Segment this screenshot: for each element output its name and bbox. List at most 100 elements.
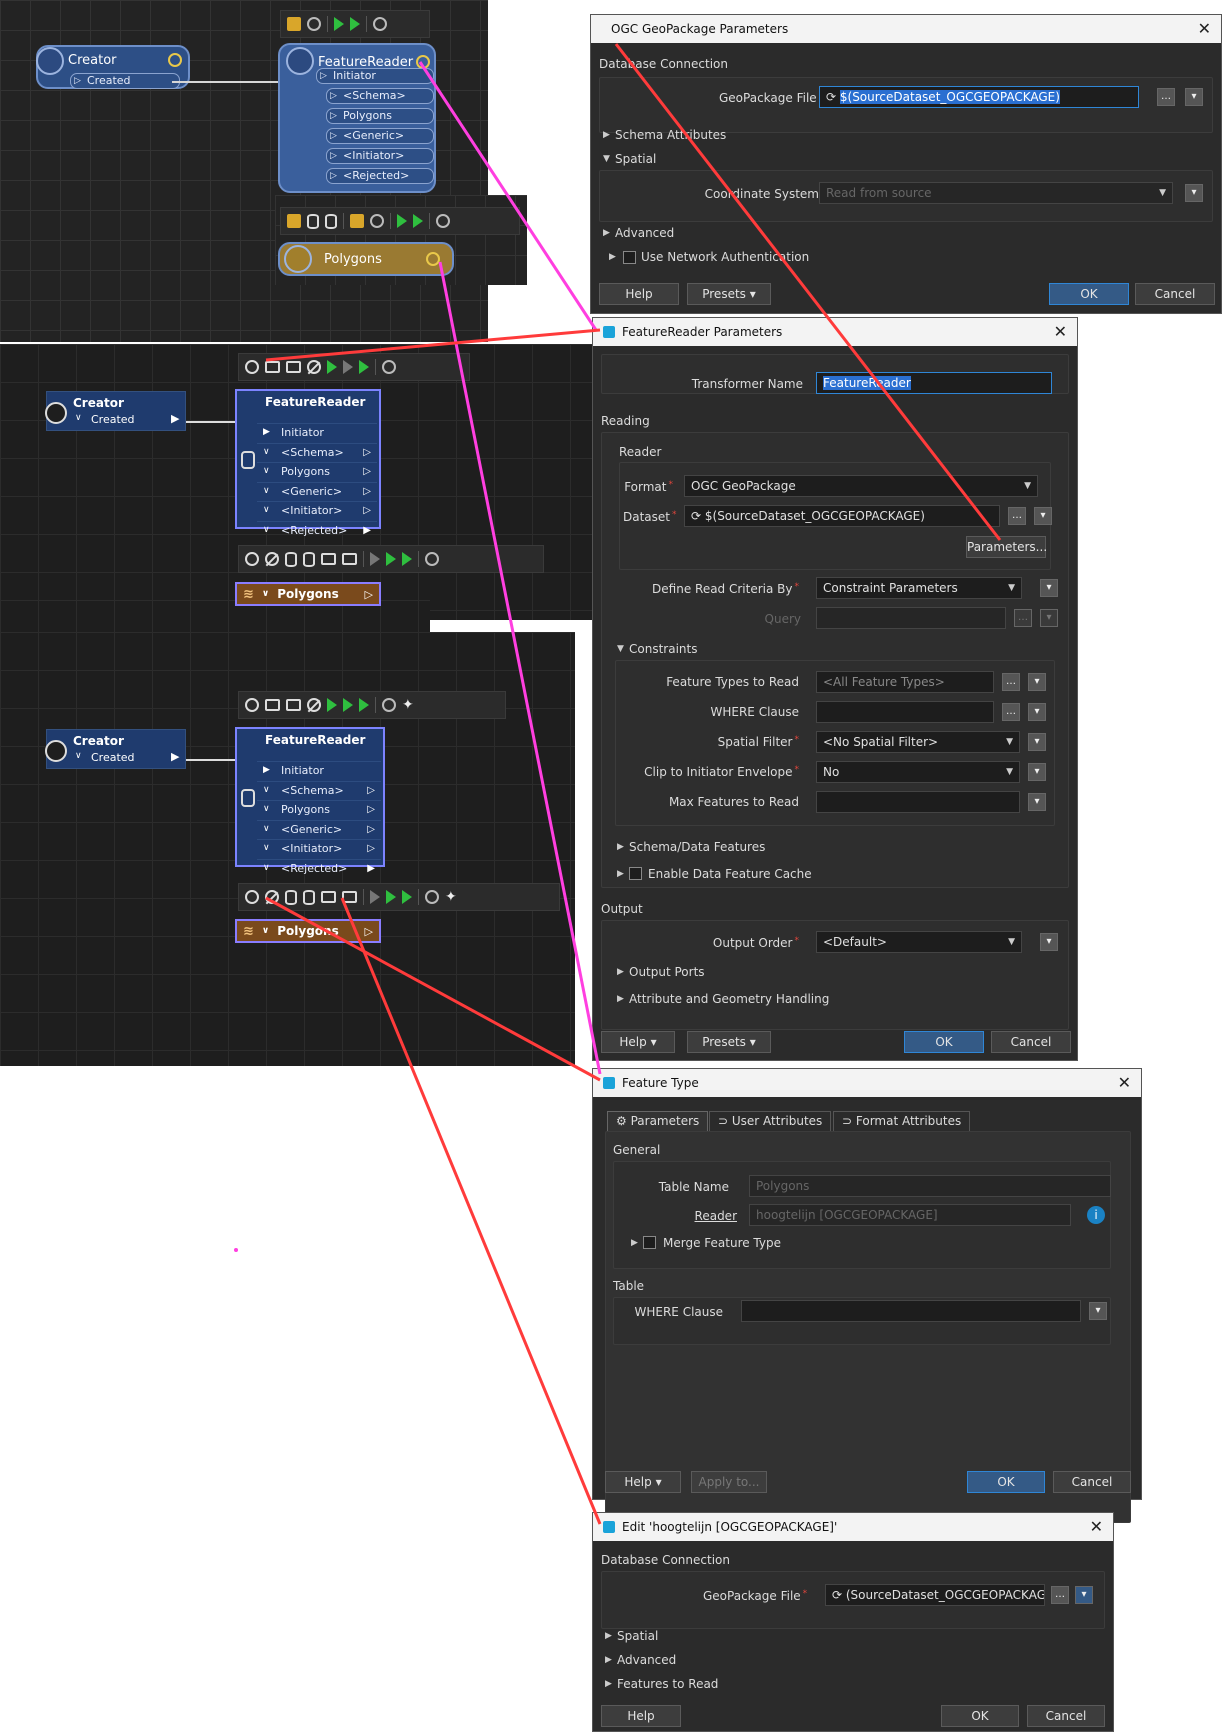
tab-parameters[interactable]: ⚙ Parameters <box>607 1111 709 1131</box>
collapse-icon[interactable]: ▼ <box>617 644 624 654</box>
help-button[interactable]: Help <box>599 283 679 305</box>
dropdown-button[interactable]: ▾ <box>1028 703 1046 721</box>
clip-field[interactable]: No ▼ <box>816 761 1020 783</box>
transformer-name-field[interactable]: FeatureReader <box>816 372 1052 394</box>
preview-icon[interactable] <box>286 699 301 711</box>
view-icon[interactable] <box>382 360 396 374</box>
disable-icon[interactable] <box>265 890 279 904</box>
run-icon[interactable] <box>334 17 344 31</box>
sparkle-icon[interactable]: ✦ <box>402 697 414 713</box>
view-icon[interactable] <box>425 890 439 904</box>
view-icon[interactable] <box>373 17 387 31</box>
section-advanced[interactable]: Advanced <box>617 1653 676 1667</box>
expand-icon[interactable]: ▶ <box>617 842 624 852</box>
section-advanced[interactable]: Advanced <box>615 226 674 240</box>
reader-port-row[interactable]: ∨ <Generic> ▷ <box>257 481 377 499</box>
view-icon[interactable] <box>436 214 450 228</box>
preview-icon[interactable] <box>342 553 357 565</box>
folder-icon[interactable] <box>321 553 336 565</box>
expand-icon[interactable]: ▶ <box>603 130 610 140</box>
run-to-icon[interactable] <box>413 214 423 228</box>
database-icon[interactable] <box>307 213 319 229</box>
section-schema-attributes[interactable]: Schema Attributes <box>615 128 726 142</box>
run-icon[interactable] <box>397 214 407 228</box>
reader-port-row[interactable]: ∨ Polygons ▷ <box>257 800 381 817</box>
run-icon[interactable] <box>370 552 380 566</box>
reader-port[interactable]: Initiator <box>316 68 434 84</box>
run-icon[interactable] <box>327 698 337 712</box>
run-icon[interactable] <box>327 360 337 374</box>
reader-port-row[interactable]: ∨ <Schema> ▷ <box>257 780 381 798</box>
section-attr-geom[interactable]: Attribute and Geometry Handling <box>629 992 829 1006</box>
creator-node-new[interactable]: Creator ∨ Created ▶ <box>45 729 186 769</box>
expand-icon[interactable]: ▶ <box>617 994 624 1004</box>
gear-icon[interactable] <box>168 53 182 67</box>
tab-format-attributes[interactable]: ⊃ Format Attributes <box>833 1111 971 1131</box>
expand-icon[interactable]: ▶ <box>605 1655 612 1665</box>
gear-icon[interactable] <box>245 890 259 904</box>
close-icon[interactable]: ✕ <box>1118 1073 1131 1092</box>
dropdown-button[interactable]: ▾ <box>1028 733 1046 751</box>
database-icon[interactable] <box>285 889 297 905</box>
section-spatial[interactable]: Spatial <box>617 1629 658 1643</box>
folder-icon[interactable] <box>321 891 336 903</box>
expand-icon[interactable]: ▶ <box>609 252 616 262</box>
polygons-feature-old[interactable]: Polygons <box>278 242 454 276</box>
ok-button[interactable]: OK <box>967 1471 1045 1493</box>
collapse-icon[interactable]: ▼ <box>603 154 610 164</box>
coord-system-field[interactable]: Read from source ▼ <box>819 182 1173 204</box>
presets-button[interactable]: Presets ▾ <box>687 1031 771 1053</box>
creator-port-created[interactable]: Created <box>91 751 135 764</box>
reader-port[interactable]: <Schema> <box>326 88 434 104</box>
presets-button[interactable]: Presets ▾ <box>687 283 771 305</box>
read-criteria-field[interactable]: Constraint Parameters ▼ <box>816 577 1022 599</box>
run-from-icon[interactable] <box>359 360 369 374</box>
cancel-button[interactable]: Cancel <box>991 1031 1071 1053</box>
sparkle-icon[interactable]: ✦ <box>445 889 457 905</box>
gear-icon[interactable] <box>416 55 430 69</box>
dialog-titlebar[interactable]: Edit 'hoogtelijn [OGCGEOPACKAGE]' ✕ <box>593 1513 1113 1541</box>
ok-button[interactable]: OK <box>941 1705 1019 1727</box>
reader-port[interactable]: <Initiator> <box>326 148 434 164</box>
creator-port-created[interactable]: Created <box>91 413 135 426</box>
max-features-field[interactable] <box>816 791 1020 813</box>
ok-button[interactable]: OK <box>904 1031 984 1053</box>
section-features-to-read[interactable]: Features to Read <box>617 1677 718 1691</box>
reader-port-row[interactable]: ▶ Initiator <box>257 761 381 778</box>
section-schema-data[interactable]: Schema/Data Features <box>629 840 765 854</box>
reader-port-row[interactable]: ∨ Polygons ▷ <box>257 462 377 479</box>
creator-port-created[interactable]: Created <box>70 73 180 89</box>
gear-icon[interactable] <box>426 252 440 266</box>
browse-button[interactable]: … <box>1008 507 1026 525</box>
expand-icon[interactable]: ▶ <box>605 1679 612 1689</box>
disable-icon[interactable] <box>307 698 321 712</box>
writer-icon[interactable] <box>325 213 337 229</box>
dropdown-button[interactable]: ▾ <box>1028 673 1046 691</box>
expand-icon[interactable]: ▶ <box>605 1631 612 1641</box>
browse-button[interactable]: … <box>1002 703 1020 721</box>
help-button[interactable]: Help ▾ <box>605 1471 681 1493</box>
folder-icon[interactable] <box>265 361 280 373</box>
help-button[interactable]: Help ▾ <box>601 1031 675 1053</box>
run-to-icon[interactable] <box>386 552 396 566</box>
disable-icon[interactable] <box>265 552 279 566</box>
writer-icon[interactable] <box>303 889 315 905</box>
output-order-field[interactable]: <Default> ▼ <box>816 931 1022 953</box>
cancel-button[interactable]: Cancel <box>1135 283 1215 305</box>
browse-button[interactable]: … <box>1002 673 1020 691</box>
preview-icon[interactable] <box>342 891 357 903</box>
inspect-icon[interactable] <box>370 214 384 228</box>
expand-icon[interactable]: ▶ <box>617 967 624 977</box>
section-output-ports[interactable]: Output Ports <box>629 965 705 979</box>
dropdown-button[interactable]: ▾ <box>1034 507 1052 525</box>
polygons-feature-mid[interactable]: ≋ ∨ Polygons ▷ <box>235 582 381 606</box>
run-from-icon[interactable] <box>402 552 412 566</box>
spatial-filter-field[interactable]: <No Spatial Filter> ▼ <box>816 731 1020 753</box>
cache-checkbox[interactable] <box>629 867 642 880</box>
reader-port-row[interactable]: ∨ <Rejected> ▶ <box>257 520 377 538</box>
reader-port[interactable]: <Generic> <box>326 128 434 144</box>
help-button[interactable]: Help <box>601 1705 681 1727</box>
reader-port-row[interactable]: ∨ <Generic> ▷ <box>257 819 381 837</box>
dialog-titlebar[interactable]: Feature Type ✕ <box>593 1069 1141 1097</box>
section-constraints[interactable]: Constraints <box>629 642 697 656</box>
